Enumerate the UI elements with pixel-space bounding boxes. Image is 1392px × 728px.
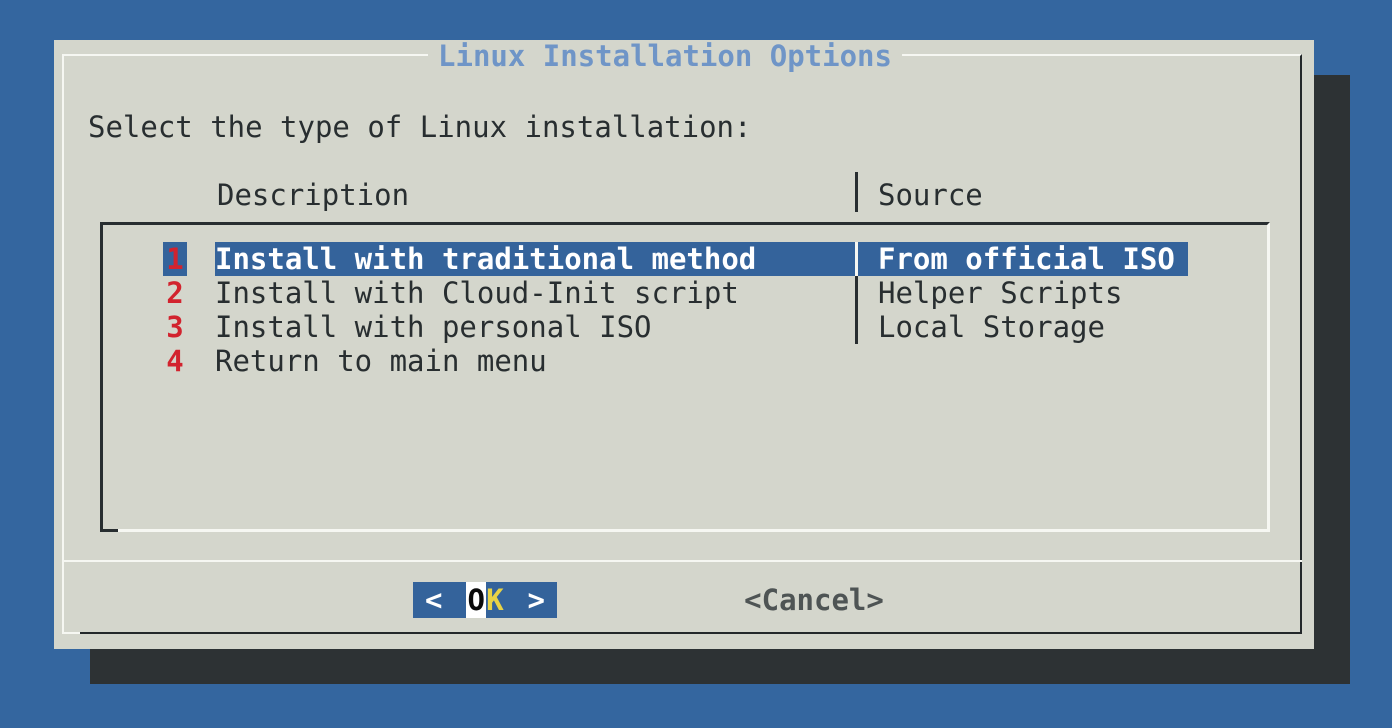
menu-item-source: Helper Scripts bbox=[878, 276, 1122, 310]
menu-item-description: Return to main menu bbox=[215, 344, 547, 378]
menu-item-return-main-menu[interactable]: 4 Return to main menu bbox=[103, 344, 1267, 378]
column-separator bbox=[855, 276, 858, 310]
menu-item-traditional[interactable]: 1 Install with traditional method From o… bbox=[103, 242, 1267, 276]
column-header-separator bbox=[855, 172, 858, 212]
ok-left-bracket: < bbox=[425, 582, 442, 618]
menu-listbox: 1 Install with traditional method From o… bbox=[100, 222, 1270, 532]
cancel-button[interactable]: <Cancel> bbox=[741, 582, 887, 618]
ok-right-bracket: > bbox=[528, 582, 545, 618]
dialog-border-corner bbox=[62, 632, 80, 634]
column-header-source: Source bbox=[878, 178, 983, 212]
menu-item-tag: 3 bbox=[163, 310, 187, 344]
menu-item-personal-iso[interactable]: 3 Install with personal ISO Local Storag… bbox=[103, 310, 1267, 344]
menu-item-source: From official ISO bbox=[878, 242, 1175, 276]
ok-cursor-char: O bbox=[466, 582, 486, 618]
menu-item-tag: 4 bbox=[163, 344, 187, 378]
terminal-screen: Linux Installation Options Select the ty… bbox=[0, 0, 1392, 728]
ok-button[interactable]: < O K > bbox=[413, 582, 557, 618]
menu-item-description: Install with traditional method bbox=[215, 242, 756, 276]
menu-item-tag: 2 bbox=[163, 276, 187, 310]
ok-label: O K bbox=[466, 582, 503, 618]
column-header-description: Description bbox=[217, 178, 409, 212]
button-row-separator bbox=[62, 560, 1302, 562]
column-separator bbox=[855, 310, 858, 344]
column-separator bbox=[855, 242, 858, 276]
ok-after-cursor: K bbox=[486, 582, 503, 618]
dialog-message: Select the type of Linux installation: bbox=[88, 110, 751, 144]
menu-item-description: Install with Cloud-Init script bbox=[215, 276, 739, 310]
installation-options-dialog: Linux Installation Options Select the ty… bbox=[54, 40, 1314, 649]
menu-item-cloud-init[interactable]: 2 Install with Cloud-Init script Helper … bbox=[103, 276, 1267, 310]
menu-item-source: Local Storage bbox=[878, 310, 1105, 344]
listbox-border-corner bbox=[100, 529, 118, 532]
menu-item-description: Install with personal ISO bbox=[215, 310, 652, 344]
menu-item-tag: 1 bbox=[163, 242, 187, 276]
dialog-title: Linux Installation Options bbox=[428, 41, 902, 72]
